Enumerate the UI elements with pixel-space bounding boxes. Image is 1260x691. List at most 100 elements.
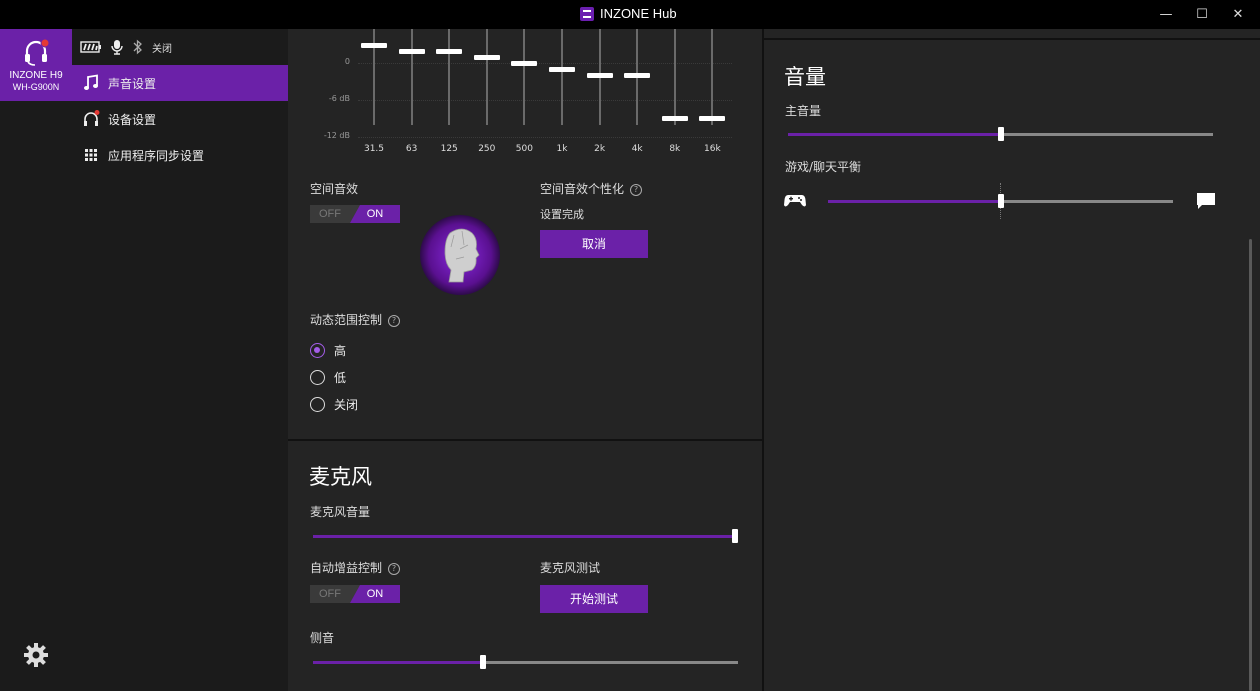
sidetone-slider[interactable] — [313, 655, 738, 669]
eq-gridline — [358, 100, 732, 101]
toggle-on-label: ON — [350, 205, 400, 223]
slider-knob[interactable] — [998, 194, 1004, 208]
agc-toggle[interactable]: OFF ON — [310, 585, 400, 603]
eq-band-slider[interactable] — [661, 115, 688, 121]
eq-band-label: 2k — [594, 144, 606, 154]
nav-item-device-settings[interactable]: 设备设置 — [72, 101, 288, 137]
app-logo-icon — [580, 7, 594, 21]
eq-band-label: 1k — [556, 144, 568, 154]
master-volume-slider[interactable] — [788, 127, 1213, 141]
eq-band-slider[interactable] — [699, 115, 726, 121]
radio-low[interactable]: 低 — [310, 369, 346, 386]
nav-label: 应用程序同步设置 — [108, 148, 205, 163]
spatial-sound-toggle[interactable]: OFF ON — [310, 205, 400, 223]
eq-y-label: -6 dB — [328, 94, 350, 103]
help-icon[interactable]: ? — [388, 562, 401, 575]
volume-title: 音量 — [784, 65, 826, 89]
slider-knob[interactable] — [732, 529, 738, 543]
radio-label: 关闭 — [334, 398, 359, 412]
status-row: 关闭 — [80, 39, 172, 55]
device-tile[interactable]: INZONE H9 WH-G900N — [0, 29, 72, 101]
start-test-button[interactable]: 开始测试 — [540, 585, 648, 613]
radio-circle — [310, 397, 325, 412]
slider-knob[interactable] — [480, 655, 486, 669]
radio-high[interactable]: 高 — [310, 342, 346, 359]
eq-band-label: 250 — [478, 144, 496, 154]
headset-icon — [25, 38, 50, 66]
app-title: INZONE Hub — [600, 6, 677, 21]
eq-band-track[interactable] — [485, 29, 488, 125]
gamepad-icon — [784, 195, 806, 207]
agc-label: 自动增益控制? — [310, 559, 401, 576]
eq-band-slider[interactable] — [624, 73, 651, 79]
eq-band-slider[interactable] — [361, 42, 387, 48]
eq-band-slider[interactable] — [549, 67, 575, 73]
spatial-personalization-text: 空间音效个性化 — [540, 182, 625, 196]
gear-icon[interactable] — [22, 641, 50, 669]
eq-band-slider[interactable] — [436, 48, 463, 54]
radio-label: 低 — [334, 371, 347, 385]
eq-band-track[interactable] — [523, 29, 526, 125]
radio-label: 高 — [334, 344, 347, 358]
personalization-status: 设置完成 — [540, 208, 584, 221]
eq-band-track[interactable] — [410, 29, 413, 125]
eq-band-slider[interactable] — [398, 48, 425, 54]
spatial-sound-label: 空间音效 — [310, 182, 359, 196]
left-sidebar: INZONE H9 WH-G900N 关闭 声音设置 设备设置 应用程序同步设置 — [0, 29, 288, 691]
agc-text: 自动增益控制 — [310, 561, 383, 575]
sidetone-label: 侧音 — [310, 631, 335, 645]
grid-icon — [85, 149, 97, 161]
dynamic-range-label: 动态范围控制? — [310, 311, 401, 328]
slider-knob[interactable] — [998, 127, 1004, 141]
eq-band-slider[interactable] — [511, 61, 538, 66]
section-divider — [764, 38, 1260, 40]
mic-volume-label: 麦克风音量 — [310, 505, 371, 519]
mic-test-label: 麦克风测试 — [540, 561, 601, 575]
head-model-icon — [444, 228, 480, 283]
eq-band-slider[interactable] — [473, 54, 500, 60]
radio-off[interactable]: 关闭 — [310, 396, 358, 413]
microphone-icon — [111, 40, 123, 55]
eq-y-label: 0 — [344, 57, 350, 66]
eq-y-label: -12 dB — [323, 131, 350, 140]
help-icon[interactable]: ? — [388, 314, 401, 327]
eq-band-label: 16k — [704, 144, 721, 154]
radio-circle — [310, 343, 325, 358]
maximize-button[interactable]: ☐ — [1191, 4, 1213, 26]
eq-band-label: 4k — [631, 144, 643, 154]
scrollbar[interactable] — [1249, 239, 1252, 691]
eq-band-track[interactable] — [561, 29, 563, 125]
eq-band-label: 500 — [515, 144, 533, 154]
cancel-button[interactable]: 取消 — [540, 230, 648, 258]
eq-band-label: 8k — [669, 144, 681, 154]
help-icon[interactable]: ? — [630, 183, 643, 196]
game-chat-balance-slider[interactable] — [828, 183, 1173, 219]
eq-band-track[interactable] — [673, 29, 676, 125]
microphone-title: 麦克风 — [309, 465, 372, 489]
eq-band-label: 63 — [405, 144, 418, 154]
nav-label: 设备设置 — [108, 112, 157, 127]
volume-panel: 音量 主音量 游戏/聊天平衡 — [764, 29, 1260, 691]
eq-band-track[interactable] — [711, 29, 714, 125]
nav-label: 声音设置 — [108, 76, 157, 91]
bluetooth-icon — [133, 39, 142, 55]
equalizer: 0 -6 dB -12 dB 31.5 63 125 250 500 1k 2k 4k 8k 16… — [288, 29, 762, 159]
slider-fill — [788, 133, 1001, 136]
eq-gridline — [358, 137, 732, 138]
spatial-personalization-label: 空间音效个性化? — [540, 180, 643, 197]
toggle-on-label: ON — [350, 585, 400, 603]
eq-gridline — [358, 63, 732, 64]
mic-volume-slider[interactable] — [313, 529, 738, 543]
eq-band-track[interactable] — [448, 29, 451, 125]
nav-item-app-sync-settings[interactable]: 应用程序同步设置 — [72, 137, 288, 173]
close-button[interactable]: ✕ — [1227, 4, 1249, 26]
slider-fill — [828, 200, 1001, 203]
slider-fill — [313, 661, 483, 664]
title-bar: INZONE Hub — ☐ ✕ — [0, 0, 1260, 29]
master-volume-label: 主音量 — [785, 104, 822, 118]
nav-item-sound-settings[interactable]: 声音设置 — [72, 65, 288, 101]
minimize-button[interactable]: — — [1155, 4, 1177, 26]
sound-settings-panel: 0 -6 dB -12 dB 31.5 63 125 250 500 1k 2k 4k 8k 16… — [288, 29, 762, 691]
radio-circle — [310, 370, 325, 385]
eq-band-slider[interactable] — [586, 73, 613, 79]
